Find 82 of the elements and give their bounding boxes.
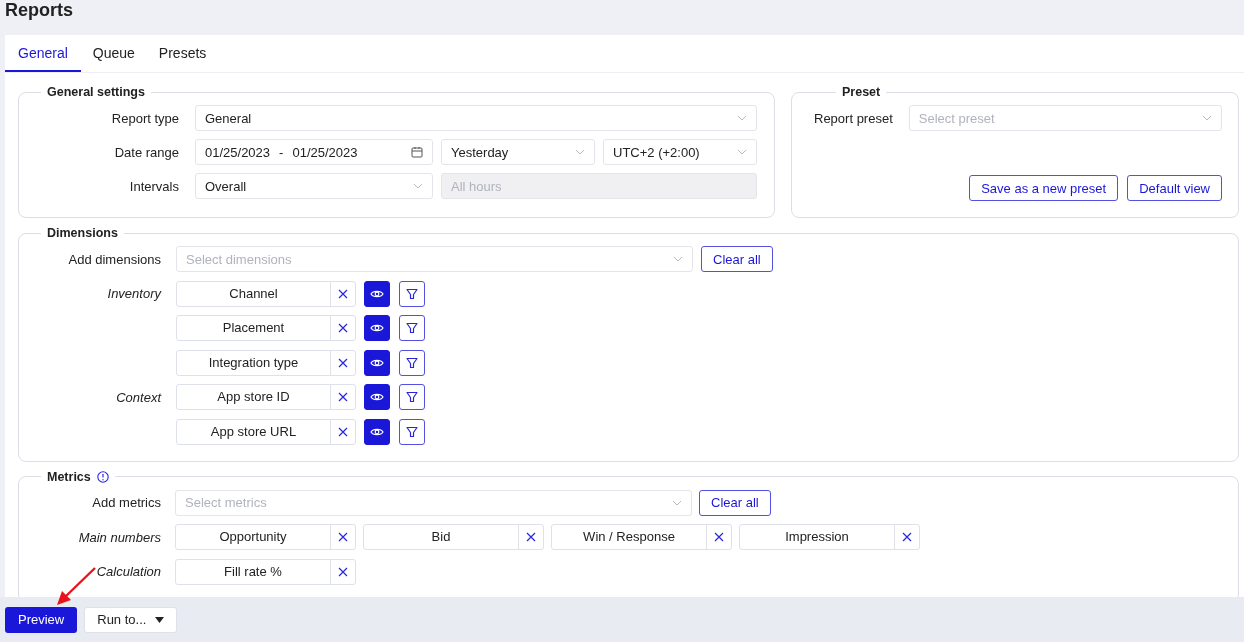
close-icon xyxy=(338,288,348,299)
close-icon xyxy=(338,426,348,437)
group-label: Main numbers xyxy=(77,529,161,545)
date-text: 01/25/2023 xyxy=(205,144,271,160)
close-icon xyxy=(338,532,348,542)
chevron-down-icon xyxy=(737,149,747,155)
chip-label: Placement xyxy=(221,319,286,337)
chevron-down-icon xyxy=(737,115,747,121)
filter-icon xyxy=(406,391,418,403)
visibility-toggle[interactable] xyxy=(364,384,390,410)
close-icon xyxy=(338,323,348,333)
tab[interactable]: General xyxy=(5,35,81,72)
chevron-down-icon xyxy=(1202,115,1212,121)
eye-icon xyxy=(370,323,384,333)
date-range-field[interactable]: 01/25/2023 - 01/25/2023 xyxy=(195,139,433,165)
visibility-toggle[interactable] xyxy=(364,349,390,376)
section-title: Preset xyxy=(842,85,881,99)
close-icon xyxy=(338,357,348,368)
clear-all-button[interactable]: Clear all xyxy=(701,246,773,272)
filter-icon xyxy=(406,425,418,438)
section-title: Dimensions xyxy=(47,226,118,240)
visibility-toggle[interactable] xyxy=(364,280,390,307)
eye-icon xyxy=(370,426,384,437)
select-field[interactable]: General xyxy=(195,105,757,131)
filter-icon xyxy=(406,356,418,369)
field-label: Report preset xyxy=(814,110,893,126)
chip-label: Integration type xyxy=(207,353,300,372)
field-label: Add dimensions xyxy=(67,251,161,267)
tab[interactable]: Queue xyxy=(80,35,147,72)
field-label: Report type xyxy=(110,110,179,126)
close-icon xyxy=(902,532,912,542)
chevron-down-icon xyxy=(672,499,682,506)
filter-button[interactable] xyxy=(399,315,425,341)
filter-button[interactable] xyxy=(399,280,425,307)
field-label: Add metrics xyxy=(91,495,161,510)
visibility-toggle[interactable] xyxy=(364,315,390,341)
group-label: Context xyxy=(115,389,161,405)
caret-down-icon xyxy=(155,616,165,623)
preview-button[interactable]: Preview xyxy=(5,606,78,633)
clear-all-button[interactable]: Clear all xyxy=(699,489,771,516)
outline-button[interactable]: Default view xyxy=(1127,175,1222,201)
eye-icon xyxy=(370,392,384,402)
group-label: Calculation xyxy=(95,564,161,579)
select-field[interactable]: Overall xyxy=(195,173,433,199)
filter-icon xyxy=(406,322,418,334)
chip-label: Fill rate % xyxy=(223,562,283,581)
field-label: Date range xyxy=(113,144,179,160)
chip-label: App store URL xyxy=(209,422,298,441)
select-field[interactable]: UTC+2 (+2:00) xyxy=(603,139,757,165)
outline-button[interactable]: Save as a new preset xyxy=(969,175,1119,201)
filter-button[interactable] xyxy=(399,349,425,376)
visibility-toggle[interactable] xyxy=(364,418,390,445)
field-label: Intervals xyxy=(128,178,179,194)
select-field[interactable]: Yesterday xyxy=(441,139,595,165)
run-to-button[interactable]: Run to... xyxy=(84,606,178,633)
eye-icon xyxy=(370,357,384,368)
chip-label: Impression xyxy=(784,528,850,546)
close-icon xyxy=(714,532,724,542)
chevron-down-icon xyxy=(673,256,683,262)
close-icon xyxy=(338,566,348,577)
calendar-icon xyxy=(411,146,423,158)
filter-button[interactable] xyxy=(399,418,425,445)
close-icon xyxy=(526,532,536,542)
group-label: Inventory xyxy=(106,286,161,301)
filter-icon xyxy=(406,287,418,300)
close-icon xyxy=(338,392,348,402)
chevron-down-icon xyxy=(575,149,585,155)
filter-button[interactable] xyxy=(399,384,425,410)
chip-label: Win / Response xyxy=(582,528,676,546)
date-text: 01/25/2023 xyxy=(292,144,358,160)
date-separator: - xyxy=(279,144,284,160)
chip-label: Opportunity xyxy=(218,528,288,546)
section-title: Metrics xyxy=(47,469,91,484)
chip-label: Channel xyxy=(228,284,279,303)
tab[interactable]: Presets xyxy=(146,35,219,72)
page-title: Reports xyxy=(4,0,74,22)
eye-icon xyxy=(370,288,384,299)
chip-label: App store ID xyxy=(216,388,291,406)
info-icon xyxy=(96,470,109,483)
chip-label: Bid xyxy=(430,528,452,546)
section-title: General settings xyxy=(47,85,145,99)
chevron-down-icon xyxy=(413,183,423,189)
